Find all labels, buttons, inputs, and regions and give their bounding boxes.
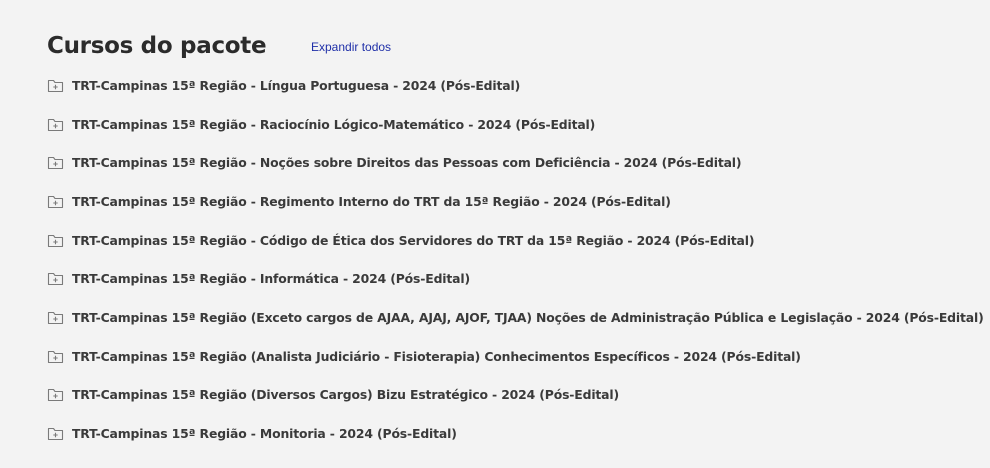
- expand-all-link[interactable]: Expandir todos: [311, 40, 391, 54]
- course-title: TRT-Campinas 15ª Região - Código de Étic…: [72, 232, 755, 248]
- section-header: Cursos do pacote: [47, 28, 267, 64]
- folder-plus-icon[interactable]: [47, 194, 64, 209]
- course-title: TRT-Campinas 15ª Região (Exceto cargos d…: [72, 309, 984, 325]
- section-title: Cursos do pacote: [47, 33, 267, 59]
- course-title: TRT-Campinas 15ª Região - Monitoria - 20…: [72, 426, 457, 442]
- course-title: TRT-Campinas 15ª Região - Língua Portugu…: [72, 77, 521, 93]
- course-title: TRT-Campinas 15ª Região - Regimento Inte…: [72, 193, 671, 209]
- course-item[interactable]: TRT-Campinas 15ª Região - Regimento Inte…: [47, 182, 990, 221]
- folder-plus-icon[interactable]: [47, 155, 64, 170]
- folder-plus-icon[interactable]: [47, 117, 64, 132]
- course-item[interactable]: TRT-Campinas 15ª Região - Código de Étic…: [47, 221, 990, 260]
- course-item[interactable]: TRT-Campinas 15ª Região (Exceto cargos d…: [47, 298, 990, 337]
- course-item[interactable]: TRT-Campinas 15ª Região (Analista Judici…: [47, 337, 990, 376]
- course-item[interactable]: TRT-Campinas 15ª Região - Língua Portugu…: [47, 66, 990, 105]
- folder-plus-icon[interactable]: [47, 310, 64, 325]
- course-title: TRT-Campinas 15ª Região - Noções sobre D…: [72, 155, 742, 171]
- folder-plus-icon[interactable]: [47, 426, 64, 441]
- folder-plus-icon[interactable]: [47, 387, 64, 402]
- course-title: TRT-Campinas 15ª Região - Raciocínio Lóg…: [72, 116, 596, 132]
- folder-plus-icon[interactable]: [47, 78, 64, 93]
- folder-plus-icon[interactable]: [47, 271, 64, 286]
- course-item[interactable]: TRT-Campinas 15ª Região - Informática - …: [47, 259, 990, 298]
- course-item[interactable]: TRT-Campinas 15ª Região - Raciocínio Lóg…: [47, 105, 990, 144]
- course-title: TRT-Campinas 15ª Região (Analista Judici…: [72, 348, 801, 364]
- course-item[interactable]: TRT-Campinas 15ª Região (Diversos Cargos…: [47, 376, 990, 415]
- course-title: TRT-Campinas 15ª Região - Informática - …: [72, 271, 470, 287]
- course-item[interactable]: TRT-Campinas 15ª Região - Monitoria - 20…: [47, 414, 990, 453]
- course-title: TRT-Campinas 15ª Região (Diversos Cargos…: [72, 387, 620, 403]
- folder-plus-icon[interactable]: [47, 233, 64, 248]
- course-item[interactable]: TRT-Campinas 15ª Região - Noções sobre D…: [47, 143, 990, 182]
- course-list: TRT-Campinas 15ª Região - Língua Portugu…: [47, 66, 990, 453]
- folder-plus-icon[interactable]: [47, 349, 64, 364]
